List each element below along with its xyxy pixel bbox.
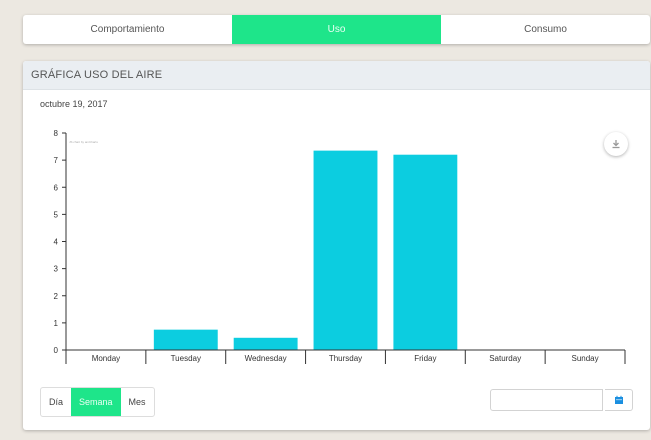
chart-credit[interactable]: JS chart by amCharts: [69, 140, 98, 144]
bar-friday[interactable]: [393, 154, 458, 350]
tab-consumo[interactable]: Consumo: [441, 15, 650, 44]
bars: [153, 150, 458, 350]
x-category-label: Saturday: [489, 354, 521, 363]
calendar-icon: [614, 395, 623, 404]
export-button[interactable]: [604, 132, 628, 156]
period-selector: Día Semana Mes: [40, 387, 155, 417]
calendar-button[interactable]: [605, 389, 633, 411]
period-mes-button[interactable]: Mes: [121, 388, 154, 416]
bar-chart: JS chart by amCharts 0 1 2 3 4 5 6 7 8 Monday Tue…: [54, 129, 626, 364]
x-axis: Monday Tuesday Wednesday Thursday Friday Satu…: [65, 349, 626, 364]
y-tick-label: 8: [54, 129, 59, 138]
x-category-label: Monday: [92, 354, 120, 363]
x-category-label: Tuesday: [171, 354, 201, 363]
y-tick-label: 6: [54, 183, 59, 192]
x-category-label: Friday: [414, 354, 436, 363]
tab-comportamiento[interactable]: Comportamiento: [23, 15, 232, 44]
y-tick-label: 1: [54, 319, 59, 328]
x-category-label: Wednesday: [245, 354, 287, 363]
y-tick-label: 2: [54, 292, 59, 301]
period-dia-button[interactable]: Día: [41, 388, 71, 416]
y-tick-label: 3: [54, 265, 59, 274]
y-tick-label: 7: [54, 156, 59, 165]
section-tabs: Comportamiento Uso Consumo: [23, 15, 650, 44]
bar-wednesday[interactable]: [233, 337, 298, 350]
y-tick-label: 0: [54, 346, 59, 355]
date-input[interactable]: [490, 389, 603, 411]
chart-card: GRÁFICA USO DEL AIRE octubre 19, 2017 JS…: [23, 61, 650, 430]
period-semana-button[interactable]: Semana: [71, 388, 121, 416]
bar-thursday[interactable]: [313, 150, 378, 350]
y-axis: 0 1 2 3 4 5 6 7 8: [54, 129, 67, 355]
x-category-label: Thursday: [329, 354, 362, 363]
bar-tuesday[interactable]: [153, 329, 218, 350]
download-icon: [612, 140, 620, 149]
y-tick-label: 4: [54, 238, 59, 247]
x-category-label: Sunday: [572, 354, 599, 363]
tab-uso[interactable]: Uso: [232, 15, 441, 44]
y-tick-label: 5: [54, 210, 59, 219]
